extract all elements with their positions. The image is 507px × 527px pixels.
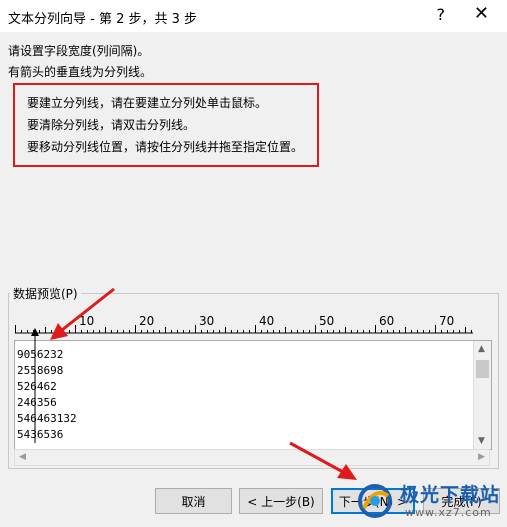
annotation-overlay (31, 287, 357, 480)
watermark-brand: 极光下载站 (400, 484, 501, 506)
cancel-button[interactable]: 取消 (155, 488, 232, 514)
watermark-url: www.xz7.com (405, 506, 492, 519)
aurora-logo-icon (358, 484, 392, 518)
annotation-arrow-next (289, 441, 344, 474)
watermark: 极光下载站 www.xz7.com (350, 476, 507, 527)
column-break-arrow-icon[interactable] (31, 328, 39, 336)
annotation-arrow-ruler (61, 287, 115, 332)
back-button[interactable]: < 上一步(B) (239, 488, 323, 514)
